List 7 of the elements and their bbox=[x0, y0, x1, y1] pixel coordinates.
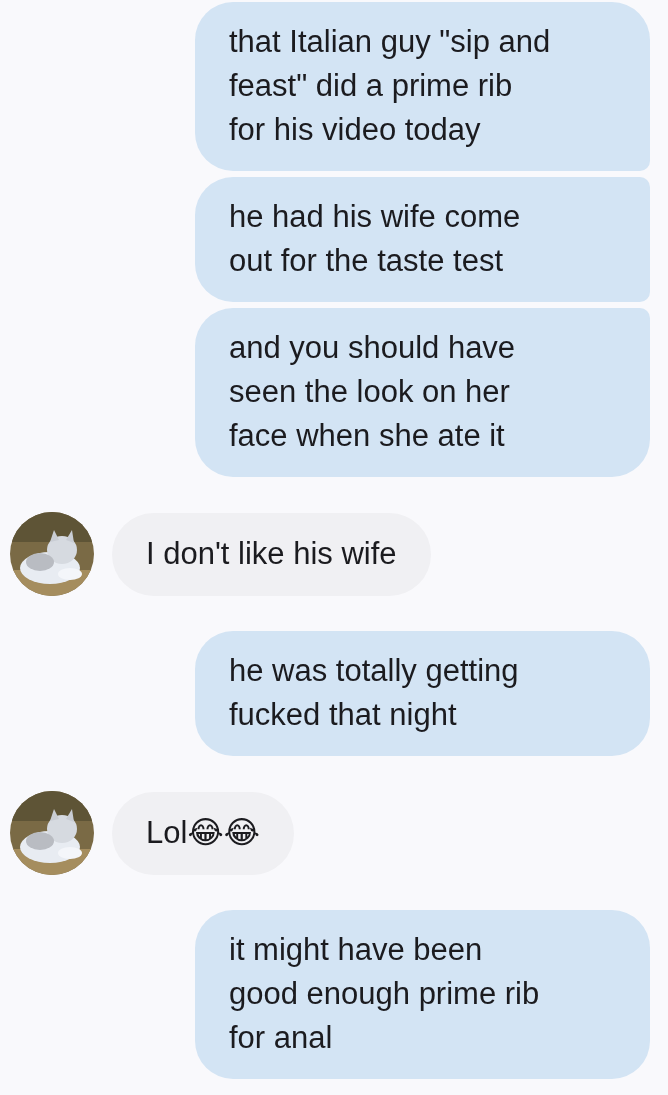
received-message: Lol😂😂 bbox=[112, 791, 294, 875]
sent-message: it might have been good enough prime rib for anal bbox=[195, 910, 650, 1079]
sent-message: he was totally getting fucked that night bbox=[195, 631, 650, 756]
sent-message: that Italian guy "sip and feast" did a prime rib for his video today bbox=[195, 2, 650, 171]
sent-message: and you should have seen the look on her face when she ate it bbox=[195, 308, 650, 477]
sent-message: he had his wife come out for the taste test bbox=[195, 177, 650, 302]
received-message: I don't like his wife bbox=[112, 512, 431, 596]
